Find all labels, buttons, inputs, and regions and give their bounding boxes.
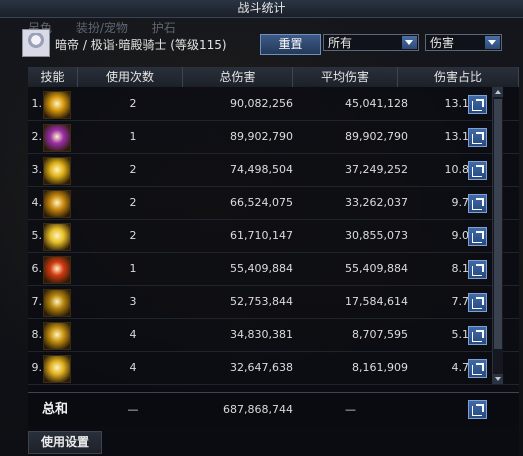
scroll-thumb[interactable] — [494, 99, 502, 349]
skill-icon — [43, 124, 71, 152]
character-portrait-icon — [27, 33, 45, 53]
total-damage: 55,409,884 — [230, 262, 293, 275]
use-count: 3 — [129, 295, 137, 308]
row-index: 3. — [31, 163, 43, 176]
share-icon[interactable] — [468, 293, 487, 312]
table-row: 5.261,710,14730,855,0739.0 % — [28, 220, 519, 253]
total-damage: 34,830,381 — [230, 328, 293, 341]
share-icon[interactable] — [468, 326, 487, 345]
settings-tab[interactable]: 使用设置 — [28, 431, 102, 454]
table-row: 7.352,753,84417,584,6147.7 % — [28, 286, 519, 319]
share-icon[interactable] — [468, 95, 487, 114]
skill-icon — [43, 91, 71, 119]
row-index: 4. — [31, 196, 43, 209]
skill-icon — [43, 289, 71, 317]
use-count: 2 — [129, 163, 137, 176]
total-damage: 32,647,638 — [230, 361, 293, 374]
average-damage: 8,707,595 — [352, 328, 408, 341]
use-count: 4 — [129, 361, 137, 374]
share-icon[interactable] — [468, 128, 487, 147]
share-icon[interactable] — [468, 400, 487, 419]
skill-icon — [43, 223, 71, 251]
share-icon[interactable] — [468, 227, 487, 246]
summary-label: 总和 — [42, 402, 69, 417]
table-row: 4.266,524,07533,262,0379.7 % — [28, 187, 519, 220]
reset-button[interactable]: 重置 — [260, 34, 321, 55]
total-damage: 90,082,256 — [230, 97, 293, 110]
table-row: 2. 1 89,902,790 89,902,790 13.1 % — [28, 121, 519, 154]
chevron-down-icon[interactable] — [402, 36, 417, 49]
table-row: 9.432,647,6388,161,9094.7 % — [28, 352, 519, 385]
skill-icon — [43, 190, 71, 218]
column-header-total: 总伤害 — [183, 67, 293, 87]
table-scrollbar[interactable] — [492, 87, 503, 384]
average-damage: 55,409,884 — [345, 262, 408, 275]
total-damage: 89,902,790 — [230, 130, 293, 143]
share-icon[interactable] — [468, 194, 487, 213]
total-damage: 66,524,075 — [230, 196, 293, 209]
column-header-pct: 伤害占比 — [398, 67, 519, 87]
table-row: 3. 2 74,498,504 37,249,252 10.8 % — [28, 154, 519, 187]
average-damage: 45,041,128 — [345, 97, 408, 110]
total-damage: 52,753,844 — [230, 295, 293, 308]
summary-row: 总和 — 687,868,744 — — [28, 392, 519, 426]
table-row: 6.155,409,88455,409,8848.1 % — [28, 253, 519, 286]
use-count: 2 — [129, 196, 137, 209]
column-header-count: 使用次数 — [78, 67, 183, 87]
character-avatar — [22, 29, 50, 57]
column-header-avg: 平均伤害 — [293, 67, 398, 87]
skill-icon — [43, 355, 71, 383]
skill-icon — [43, 256, 71, 284]
window-title: 战斗统计 — [0, 0, 523, 18]
row-index: 9. — [31, 361, 43, 374]
average-damage: 17,584,614 — [345, 295, 408, 308]
stats-header: 暗帝 / 极诣·暗殿骑士 (等级115) 重置 所有 伤害 — [0, 29, 523, 63]
scope-select[interactable]: 所有 — [323, 34, 419, 51]
share-icon[interactable] — [468, 359, 487, 378]
row-index: 5. — [31, 229, 43, 242]
type-select[interactable]: 伤害 — [425, 34, 502, 51]
total-damage: 61,710,147 — [230, 229, 293, 242]
scroll-down-icon[interactable] — [493, 374, 503, 384]
row-index: 1. — [31, 97, 43, 110]
row-index: 2. — [31, 130, 43, 143]
average-damage: 8,161,909 — [352, 361, 408, 374]
skill-icon — [43, 322, 71, 350]
summary-avg: — — [345, 403, 356, 416]
type-select-value: 伤害 — [430, 36, 455, 50]
average-damage: 33,262,037 — [345, 196, 408, 209]
share-icon[interactable] — [468, 161, 487, 180]
row-index: 8. — [31, 328, 43, 341]
use-count: 1 — [129, 130, 137, 143]
scope-select-value: 所有 — [328, 36, 353, 50]
character-name: 暗帝 / 极诣·暗殿骑士 (等级115) — [55, 38, 227, 52]
skill-icon — [43, 157, 71, 185]
row-index: 6. — [31, 262, 43, 275]
share-icon[interactable] — [468, 260, 487, 279]
row-index: 7. — [31, 295, 43, 308]
average-damage: 30,855,073 — [345, 229, 408, 242]
average-damage: 37,249,252 — [345, 163, 408, 176]
scroll-up-icon[interactable] — [493, 87, 503, 97]
table-row: 1. 2 90,082,256 45,041,128 13.1 % — [28, 88, 519, 121]
average-damage: 89,902,790 — [345, 130, 408, 143]
column-header-skill: 技能 — [28, 67, 78, 87]
total-damage: 74,498,504 — [230, 163, 293, 176]
use-count: 2 — [129, 97, 137, 110]
chevron-down-icon[interactable] — [485, 36, 500, 49]
use-count: 2 — [129, 229, 137, 242]
use-count: 1 — [129, 262, 137, 275]
use-count: 4 — [129, 328, 137, 341]
table-row: 8.434,830,3818,707,5955.1 % — [28, 319, 519, 352]
summary-total: 687,868,744 — [223, 403, 293, 416]
summary-count: — — [127, 403, 139, 416]
